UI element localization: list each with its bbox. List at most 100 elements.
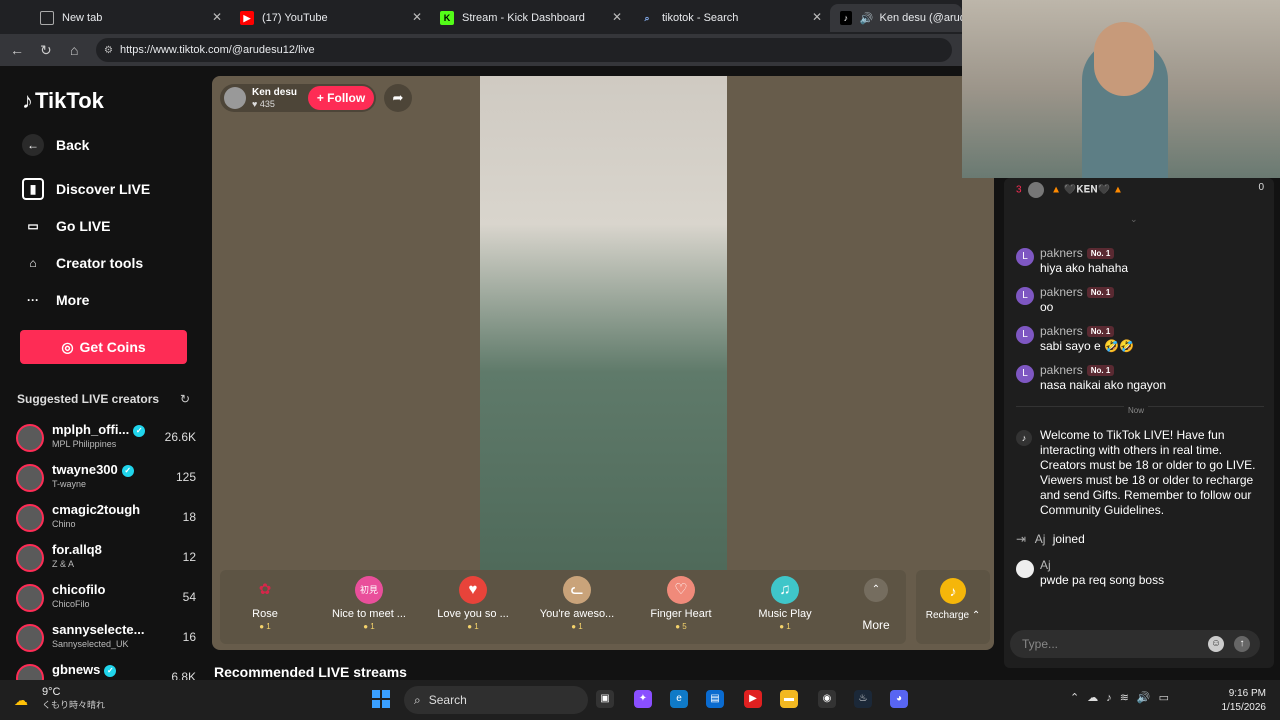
system-tray[interactable]: ⌃☁♪≋🔊▭ bbox=[1070, 691, 1177, 704]
get-coins-button[interactable]: ◎ Get Coins bbox=[20, 330, 187, 364]
send-icon[interactable]: ↑ bbox=[1234, 636, 1250, 652]
gift-name: You're aweso... bbox=[539, 608, 615, 620]
chat-panel: 3 ▲ 🖤𝐊𝐄𝐍🖤 ▲ 0 ⌄ L pakners No. 1 hiya ako … bbox=[1004, 178, 1274, 668]
verified-icon: ✓ bbox=[104, 664, 117, 677]
viewer-count: 16 bbox=[182, 630, 196, 644]
site-info-icon[interactable]: ⚙ bbox=[104, 45, 113, 56]
chat-text: hiya ako hahaha bbox=[1040, 261, 1129, 275]
likes-count: ♥ 435 bbox=[252, 99, 275, 109]
viewer-count: 54 bbox=[182, 590, 196, 604]
back-arrow-icon[interactable]: ← bbox=[10, 42, 24, 58]
creator-item[interactable]: for.allq8 Z & A 12 bbox=[14, 540, 196, 576]
nav-label: Go LIVE bbox=[56, 218, 111, 234]
avatar: L bbox=[1016, 248, 1034, 266]
creator-item[interactable]: twayne300 ✓ T-wayne 125 bbox=[14, 460, 196, 496]
gift-finger-heart[interactable]: ♡ Finger Heart ● 5 bbox=[636, 576, 726, 642]
live-video[interactable] bbox=[480, 76, 727, 570]
tab-search[interactable]: ⌕ tikotok - Search ✕ bbox=[630, 4, 830, 32]
share-icon[interactable]: ➦ bbox=[384, 84, 412, 112]
chat-user: pakners No. 1 bbox=[1040, 363, 1115, 377]
host-avatar[interactable] bbox=[224, 87, 246, 109]
steam-icon[interactable]: ♨ bbox=[854, 690, 872, 708]
rank-badge: No. 1 bbox=[1086, 326, 1115, 338]
webcam-overlay bbox=[962, 0, 1280, 178]
weather-icon: ☁ bbox=[14, 692, 28, 708]
creator-sub: Chino bbox=[52, 519, 76, 529]
discord-icon[interactable]: ◕ bbox=[890, 690, 908, 708]
task-view-icon[interactable]: ▣ bbox=[596, 690, 614, 708]
follow-button[interactable]: + Follow bbox=[308, 86, 374, 110]
gift-nice-to-meet[interactable]: 初見 Nice to meet ... ● 1 bbox=[324, 576, 414, 642]
close-tab-icon[interactable]: ✕ bbox=[812, 10, 822, 24]
join-text: joined bbox=[1052, 532, 1085, 546]
creator-item[interactable]: mplph_offi... ✓ MPL Philippines 26.6K bbox=[14, 420, 196, 456]
gift-music-play[interactable]: ♫ Music Play ● 1 bbox=[740, 576, 830, 642]
rose-icon: ✿ bbox=[258, 581, 272, 598]
flame-icon: ▲ bbox=[1112, 184, 1123, 196]
recommended-live-title: Recommended LIVE streams bbox=[214, 664, 407, 680]
recharge-label: Recharge ⌃ bbox=[925, 610, 981, 621]
nav-more[interactable]: ··· More bbox=[22, 289, 89, 311]
creator-name: sannyselecte... bbox=[52, 622, 145, 637]
back-button[interactable]: ← Back bbox=[22, 134, 89, 156]
creator-item[interactable]: chicofilo ChicoFilo 54 bbox=[14, 580, 196, 616]
chrome-icon[interactable]: ◉ bbox=[818, 690, 836, 708]
more-gifts-button[interactable]: ⌃ More bbox=[846, 576, 906, 642]
copilot-icon[interactable]: ✦ bbox=[634, 690, 652, 708]
url-field[interactable]: ⚙ https://www.tiktok.com/@arudesu12/live bbox=[96, 38, 952, 62]
tab-youtube[interactable]: ▶ (17) YouTube ✕ bbox=[230, 4, 430, 32]
tiktok-logo-icon: ♪ bbox=[22, 88, 33, 113]
live-stream-player[interactable]: Ken desu ♥ 435 + Follow ➦ ✿ Rose ● 1 初見 … bbox=[212, 76, 994, 650]
gift-love-you[interactable]: ♥ Love you so ... ● 1 bbox=[428, 576, 518, 642]
gift-price: ● 1 bbox=[779, 622, 791, 631]
tiktok-logo[interactable]: ♪ TikTok bbox=[22, 88, 104, 114]
tab-title: (17) YouTube bbox=[262, 12, 328, 24]
file-explorer-icon[interactable]: ▬ bbox=[780, 690, 798, 708]
finger-heart-icon: ♡ bbox=[667, 576, 695, 604]
chat-user: Aj bbox=[1040, 558, 1051, 572]
emoji-icon[interactable]: ☺ bbox=[1208, 636, 1224, 652]
nav-discover-live[interactable]: ▮ Discover LIVE bbox=[22, 178, 150, 200]
gift-name: Nice to meet ... bbox=[332, 608, 406, 620]
store-icon[interactable]: ▤ bbox=[706, 690, 724, 708]
flame-icon: ▲ bbox=[1051, 184, 1062, 196]
avatar: L bbox=[1016, 287, 1034, 305]
youtube-icon[interactable]: ▶ bbox=[744, 690, 762, 708]
nav-creator-tools[interactable]: ⌂ Creator tools bbox=[22, 252, 143, 274]
windows-start-icon[interactable] bbox=[372, 690, 390, 708]
avatar bbox=[1016, 560, 1034, 578]
gift-youre-awesome[interactable]: ᓚ You're aweso... ● 1 bbox=[532, 576, 622, 642]
avatar bbox=[16, 464, 44, 492]
creator-item[interactable]: sannyselecte... Sannyselected_UK 16 bbox=[14, 620, 196, 656]
reload-icon[interactable]: ↻ bbox=[40, 42, 52, 59]
taskbar-search[interactable]: ⌕ Search bbox=[404, 686, 588, 714]
ranking-row[interactable]: 3 ▲ 🖤𝐊𝐄𝐍🖤 ▲ 0 bbox=[1016, 182, 1264, 200]
host-name[interactable]: Ken desu bbox=[252, 87, 297, 98]
weather-widget[interactable]: 9°C くもり時々晴れ bbox=[42, 686, 105, 711]
join-user[interactable]: Aj bbox=[1035, 532, 1046, 546]
home-icon[interactable]: ⌂ bbox=[70, 42, 78, 58]
gift-price: ● 5 bbox=[675, 622, 687, 631]
creator-item[interactable]: cmagic2tough Chino 18 bbox=[14, 500, 196, 536]
recharge-button[interactable]: ♪ Recharge ⌃ bbox=[916, 570, 990, 644]
creator-item[interactable]: gbnews ✓ 6.8K bbox=[14, 660, 196, 680]
close-tab-icon[interactable]: ✕ bbox=[212, 10, 222, 24]
nav-go-live[interactable]: ▭ Go LIVE bbox=[22, 215, 110, 237]
gift-rose[interactable]: ✿ Rose ● 1 bbox=[220, 576, 310, 642]
refresh-icon[interactable]: ↻ bbox=[180, 392, 190, 406]
close-tab-icon[interactable]: ✕ bbox=[612, 10, 622, 24]
creator-tools-icon: ⌂ bbox=[29, 256, 37, 270]
gift-price: ● 1 bbox=[467, 622, 479, 631]
tab-kick[interactable]: K Stream - Kick Dashboard ✕ bbox=[430, 4, 630, 32]
clock[interactable]: 9:16 PM 1/15/2026 bbox=[1222, 687, 1267, 715]
join-icon: ⇥ bbox=[1016, 532, 1027, 546]
tab-new-tab[interactable]: New tab ✕ bbox=[30, 4, 230, 32]
chevron-down-icon[interactable]: ⌄ bbox=[1130, 214, 1138, 225]
close-tab-icon[interactable]: ✕ bbox=[412, 10, 422, 24]
gift-price: ● 1 bbox=[259, 622, 271, 631]
chat-input[interactable]: Type... ☺ ↑ bbox=[1010, 630, 1260, 658]
tiktok-icon: ♪ bbox=[840, 11, 852, 25]
back-arrow-icon: ← bbox=[22, 134, 44, 156]
tab-tiktok[interactable]: ♪ 🔊 Ken desu (@arudes bbox=[830, 4, 962, 32]
edge-icon[interactable]: e bbox=[670, 690, 688, 708]
